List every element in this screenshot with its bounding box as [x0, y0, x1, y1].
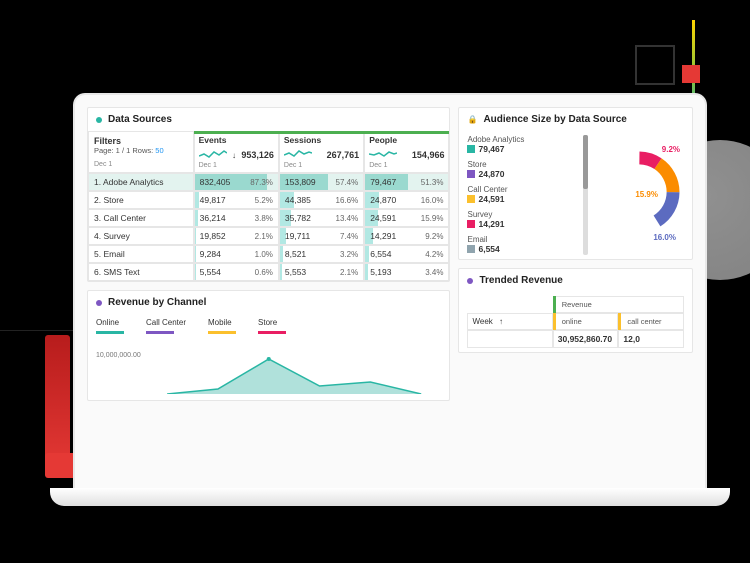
- col-header-sessions[interactable]: Sessions 267,761 Dec 1: [279, 131, 364, 173]
- panel-audience-size: 🔒 Audience Size by Data Source Adobe Ana…: [458, 107, 693, 260]
- y-axis-label: 10,000,000.00: [96, 352, 141, 359]
- sort-arrow-icon[interactable]: ↑: [499, 317, 503, 326]
- metric-label: Events: [199, 135, 274, 145]
- table-cell[interactable]: 35,78213.4%: [279, 209, 364, 227]
- row-label-cell[interactable]: Week ↑: [467, 313, 552, 330]
- table-cell[interactable]: 36,2143.8%: [194, 209, 279, 227]
- area-chart-svg: [96, 344, 441, 394]
- empty-cell: [467, 330, 552, 348]
- audience-item[interactable]: Survey14,291: [467, 210, 577, 229]
- table-row-name[interactable]: 6. SMS Text: [88, 263, 194, 281]
- page-meta: Page: 1 / 1 Rows:: [94, 146, 153, 155]
- table-cell[interactable]: 79,46751.3%: [364, 173, 449, 191]
- decorative-square-outline: [635, 45, 675, 85]
- table-cell[interactable]: 832,40587.3%: [194, 173, 279, 191]
- filters-cell[interactable]: Filters Page: 1 / 1 Rows: 50 Dec 1: [88, 131, 194, 173]
- revenue-legend: Online Call Center Mobile Store: [96, 318, 441, 334]
- value-cell: 12,0: [618, 330, 684, 348]
- panel-dot-icon: [96, 117, 102, 123]
- col-header-events[interactable]: Events ↓ 953,126 Dec 1: [194, 131, 279, 173]
- panel-title: Trended Revenue: [479, 275, 562, 286]
- decorative-red-l-shape: [45, 335, 70, 475]
- table-cell[interactable]: 19,8522.1%: [194, 227, 279, 245]
- data-sources-table: Filters Page: 1 / 1 Rows: 50 Dec 1 Event…: [88, 131, 449, 281]
- table-row-name[interactable]: 4. Survey: [88, 227, 194, 245]
- donut-chart[interactable]: 9.2% 15.9% 16.0%: [594, 135, 684, 255]
- legend-item[interactable]: Store: [258, 318, 286, 334]
- revenue-area-chart[interactable]: 10,000,000.00: [96, 344, 441, 394]
- metric-total: 267,761: [327, 150, 360, 160]
- table-cell[interactable]: 9,2841.0%: [194, 245, 279, 263]
- panel-trended-revenue: Trended Revenue Revenue Week ↑: [458, 268, 693, 353]
- table-cell[interactable]: 8,5213.2%: [279, 245, 364, 263]
- date-label: Dec 1: [94, 161, 188, 168]
- laptop-frame: Data Sources Filters Page: 1 / 1 Rows: 5…: [75, 95, 705, 495]
- panel-data-sources: Data Sources Filters Page: 1 / 1 Rows: 5…: [87, 107, 450, 282]
- audience-legend-list: Adobe Analytics79,467 Store24,870 Call Cen…: [467, 135, 577, 255]
- metric-total: 154,966: [412, 150, 445, 160]
- table-cell[interactable]: 24,87016.0%: [364, 191, 449, 209]
- table-cell[interactable]: 49,8175.2%: [194, 191, 279, 209]
- rows-count[interactable]: 50: [155, 146, 163, 155]
- scrollbar[interactable]: [583, 135, 588, 255]
- table-cell[interactable]: 5,5540.6%: [194, 263, 279, 281]
- col-header-people[interactable]: People 154,966 Dec 1: [364, 131, 449, 173]
- donut-pct-label: 9.2%: [662, 145, 680, 154]
- legend-item[interactable]: Mobile: [208, 318, 236, 334]
- table-row-name[interactable]: 1. Adobe Analytics: [88, 173, 194, 191]
- audience-item[interactable]: Store24,870: [467, 160, 577, 179]
- table-cell[interactable]: 5,5532.1%: [279, 263, 364, 281]
- table-row-name[interactable]: 5. Email: [88, 245, 194, 263]
- panel-revenue-by-channel: Revenue by Channel Online Call Center Mobi…: [87, 290, 450, 401]
- value-cell: 30,952,860.70: [553, 330, 619, 348]
- metric-total: 953,126: [241, 150, 274, 160]
- panel-dot-icon: [467, 278, 473, 284]
- audience-item[interactable]: Email6,554: [467, 235, 577, 254]
- panel-title: Revenue by Channel: [108, 297, 206, 308]
- panel-dot-icon: [96, 300, 102, 306]
- legend-item[interactable]: Online: [96, 318, 124, 334]
- revenue-header-cell: Revenue: [553, 296, 684, 313]
- audience-item[interactable]: Adobe Analytics79,467: [467, 135, 577, 154]
- table-cell[interactable]: 5,1933.4%: [364, 263, 449, 281]
- table-cell[interactable]: 153,80957.4%: [279, 173, 364, 191]
- metric-label: Sessions: [284, 135, 359, 145]
- panel-title: Data Sources: [108, 114, 172, 125]
- dashboard-screen: Data Sources Filters Page: 1 / 1 Rows: 5…: [87, 107, 693, 495]
- donut-pct-label: 16.0%: [653, 233, 676, 242]
- table-cell[interactable]: 19,7117.4%: [279, 227, 364, 245]
- sparkline-icon: [369, 148, 397, 160]
- sort-arrow-icon[interactable]: ↓: [232, 151, 236, 160]
- decorative-connector-line: [0, 330, 78, 331]
- table-cell[interactable]: 24,59115.9%: [364, 209, 449, 227]
- filters-label: Filters: [94, 136, 188, 146]
- legend-item[interactable]: Call Center: [146, 318, 186, 334]
- table-row-name[interactable]: 3. Call Center: [88, 209, 194, 227]
- laptop-base: [50, 488, 730, 506]
- col-online[interactable]: online: [553, 313, 619, 330]
- table-cell[interactable]: 14,2919.2%: [364, 227, 449, 245]
- audience-item[interactable]: Call Center24,591: [467, 185, 577, 204]
- trended-table: Revenue Week ↑ online call center: [467, 296, 684, 348]
- metric-label: People: [369, 135, 444, 145]
- donut-pct-label: 15.9%: [635, 190, 658, 199]
- lock-icon: 🔒: [467, 115, 477, 124]
- scrollbar-thumb[interactable]: [583, 135, 588, 189]
- decorative-red-square: [682, 65, 700, 83]
- table-cell[interactable]: 44,38516.6%: [279, 191, 364, 209]
- table-row-name[interactable]: 2. Store: [88, 191, 194, 209]
- table-cell[interactable]: 6,5544.2%: [364, 245, 449, 263]
- sparkline-icon: [284, 148, 312, 160]
- sparkline-icon: [199, 148, 227, 160]
- col-callcenter[interactable]: call center: [618, 313, 684, 330]
- revenue-label: Revenue: [562, 300, 592, 309]
- panel-title: Audience Size by Data Source: [483, 114, 626, 125]
